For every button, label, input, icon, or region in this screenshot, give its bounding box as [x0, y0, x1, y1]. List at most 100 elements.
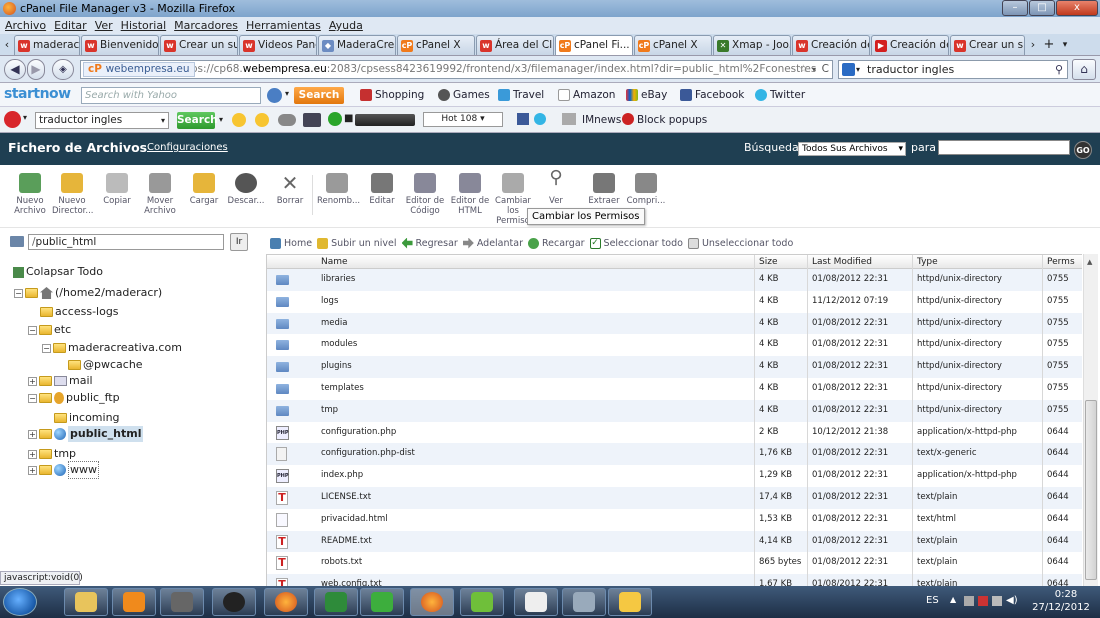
- tree-node-incoming[interactable]: incoming: [54, 410, 120, 426]
- stop-icon[interactable]: ■: [344, 113, 353, 124]
- column-size[interactable]: Size: [755, 255, 777, 268]
- new-file-button[interactable]: Nuevo Archivo: [10, 173, 50, 216]
- table-row[interactable]: Tweb.config.txt 1,67 KB 01/08/2012 22:31 te…: [267, 574, 1082, 586]
- twitter-icon[interactable]: [534, 113, 546, 125]
- tree-node-www[interactable]: + www: [28, 461, 99, 479]
- toolbar-search-button[interactable]: Search: [177, 112, 218, 129]
- file-name[interactable]: libraries: [317, 269, 355, 291]
- toolbar-search-input[interactable]: traductor ingles ▾: [35, 112, 169, 129]
- browser-tab[interactable]: cPcPanel Fi...×: [555, 35, 633, 55]
- menu-historial[interactable]: Historial: [121, 17, 166, 34]
- table-row[interactable]: media 4 KB 01/08/2012 22:31 httpd/unix-dire…: [267, 312, 1082, 335]
- column-type[interactable]: Type: [913, 255, 938, 268]
- table-row[interactable]: T README.txt 4,14 KB 01/08/2012 22:31 text/p…: [267, 530, 1082, 553]
- volume-slider[interactable]: [355, 114, 415, 126]
- file-name[interactable]: index.php: [317, 465, 363, 487]
- browser-tab[interactable]: wCreación de...: [792, 35, 870, 55]
- download-button[interactable]: Descar...: [226, 173, 266, 206]
- clock-date[interactable]: 27/12/2012: [1031, 602, 1091, 613]
- emoticon-icon[interactable]: [255, 113, 269, 127]
- table-row[interactable]: configuration.php-dist 1,76 KB 01/08/2012 …: [267, 443, 1082, 466]
- browser-tab[interactable]: wCrear un su...: [160, 35, 238, 55]
- menu-ayuda[interactable]: Ayuda: [329, 17, 363, 34]
- search-engine-dropdown-icon[interactable]: ▾: [856, 61, 860, 78]
- search-scope-select[interactable]: Todos Sus Archivos ▾: [798, 142, 906, 156]
- file-name[interactable]: LICENSE.txt: [317, 487, 371, 509]
- taskbar-evernote[interactable]: [460, 588, 504, 616]
- scrollbar-thumb[interactable]: [1085, 400, 1097, 580]
- amazon-link[interactable]: Amazon: [558, 87, 615, 103]
- column-last-modified[interactable]: Last Modified: [808, 255, 872, 268]
- tree-node-maderacreativa[interactable]: − maderacreativa.com: [42, 340, 182, 356]
- file-name[interactable]: tmp: [317, 400, 338, 422]
- tree-node-public-ftp[interactable]: − public_ftp: [28, 390, 120, 406]
- taskbar-calculator[interactable]: [562, 588, 606, 616]
- taskbar-explorer[interactable]: [64, 588, 108, 616]
- search-engine-icon[interactable]: [842, 63, 855, 76]
- up-one-level-action[interactable]: Subir un nivel: [317, 237, 397, 249]
- games-link[interactable]: Games: [438, 87, 490, 103]
- screen-icon[interactable]: [303, 113, 321, 127]
- browser-tab[interactable]: wmaderacrea...: [14, 35, 80, 55]
- home-action[interactable]: Home: [270, 237, 312, 249]
- menu-editar[interactable]: Editar: [54, 17, 87, 34]
- reload-icon[interactable]: C: [822, 61, 829, 78]
- taskbar-hp[interactable]: [212, 588, 256, 616]
- tray-expand-icon[interactable]: ▲: [950, 595, 956, 604]
- html-editor-button[interactable]: Editor de HTML: [450, 173, 490, 216]
- home-icon[interactable]: ⌂: [1072, 59, 1096, 80]
- wifi-icon[interactable]: [992, 596, 1002, 606]
- table-row[interactable]: libraries 4 KB 01/08/2012 22:31 httpd/unix-…: [267, 269, 1082, 291]
- menu-archivo[interactable]: Archivo: [5, 17, 46, 34]
- menu-ver[interactable]: Ver: [95, 17, 113, 34]
- language-indicator[interactable]: ES: [926, 595, 939, 606]
- block-popups-link[interactable]: Block popups: [637, 112, 707, 128]
- table-row[interactable]: templates 4 KB 01/08/2012 22:31 httpd/unix-…: [267, 378, 1082, 400]
- tree-node-public-html[interactable]: + public_html: [28, 426, 144, 442]
- maximize-button[interactable]: □: [1029, 0, 1055, 16]
- select-all-action[interactable]: ✓ Seleccionar todo: [589, 237, 683, 249]
- url-bar[interactable]: cP webempresa.eu https://cp68.webempresa…: [80, 60, 833, 79]
- url-dropdown-icon[interactable]: ▾: [812, 61, 816, 78]
- view-button[interactable]: ⚲ Ver: [536, 169, 576, 207]
- browser-tab[interactable]: ◆MaderaCrea...: [318, 35, 396, 55]
- travel-link[interactable]: Travel: [498, 87, 544, 103]
- clock-time[interactable]: 0:28: [1041, 589, 1091, 600]
- start-button[interactable]: [3, 588, 37, 616]
- expand-toggle-icon[interactable]: +: [28, 429, 37, 439]
- scroll-up-icon[interactable]: ▲: [1087, 258, 1092, 266]
- taskbar-calendar[interactable]: [514, 588, 558, 616]
- vertical-scrollbar[interactable]: ▲: [1083, 254, 1098, 586]
- forward-button[interactable]: ▶: [27, 59, 45, 80]
- scroll-tabs-right-icon[interactable]: ›: [1026, 35, 1040, 55]
- file-name[interactable]: modules: [317, 334, 357, 356]
- taskbar-notes[interactable]: [608, 588, 652, 616]
- file-name[interactable]: media: [317, 313, 347, 335]
- file-name[interactable]: configuration.php: [317, 422, 396, 444]
- browser-tab[interactable]: wBienvenido ...: [81, 35, 159, 55]
- unselect-all-action[interactable]: Unseleccionar todo: [687, 237, 793, 249]
- table-row[interactable]: PHP configuration.php 2 KB 10/12/2012 21:38…: [267, 422, 1082, 444]
- facebook-link[interactable]: Facebook: [680, 87, 744, 103]
- taskbar-movistar[interactable]: [360, 588, 404, 616]
- file-name[interactable]: configuration.php-dist: [317, 443, 415, 465]
- browser-tab[interactable]: wÁrea del Cli...: [476, 35, 554, 55]
- column-perms[interactable]: Perms: [1043, 255, 1075, 268]
- new-tab-icon[interactable]: +: [1040, 35, 1058, 55]
- menu-herramientas[interactable]: Herramientas: [246, 17, 321, 34]
- tree-node-mail[interactable]: + mail: [28, 373, 93, 389]
- search-icon[interactable]: ⚲: [1055, 61, 1063, 78]
- rename-button[interactable]: Renomb...: [317, 173, 360, 206]
- radio-station-select[interactable]: Hot 108 ▾: [423, 112, 503, 127]
- go-path-button[interactable]: Ir: [230, 233, 248, 251]
- collapse-toggle-icon[interactable]: −: [28, 393, 37, 403]
- table-row[interactable]: PHP index.php 1,29 KB 01/08/2012 22:31 appli…: [267, 465, 1082, 487]
- scroll-tabs-left-icon[interactable]: ‹: [0, 35, 14, 55]
- file-name[interactable]: logs: [317, 291, 338, 313]
- go-button[interactable]: GO: [1074, 141, 1092, 159]
- search-button-dropdown-icon[interactable]: ▾: [219, 115, 223, 124]
- browser-tab[interactable]: ▶Creación de...: [871, 35, 949, 55]
- yahoo-search-input[interactable]: Search with Yahoo: [81, 87, 261, 104]
- file-name[interactable]: privacidad.html: [317, 509, 388, 531]
- table-row[interactable]: logs 4 KB 11/12/2012 07:19 httpd/unix-direc…: [267, 291, 1082, 313]
